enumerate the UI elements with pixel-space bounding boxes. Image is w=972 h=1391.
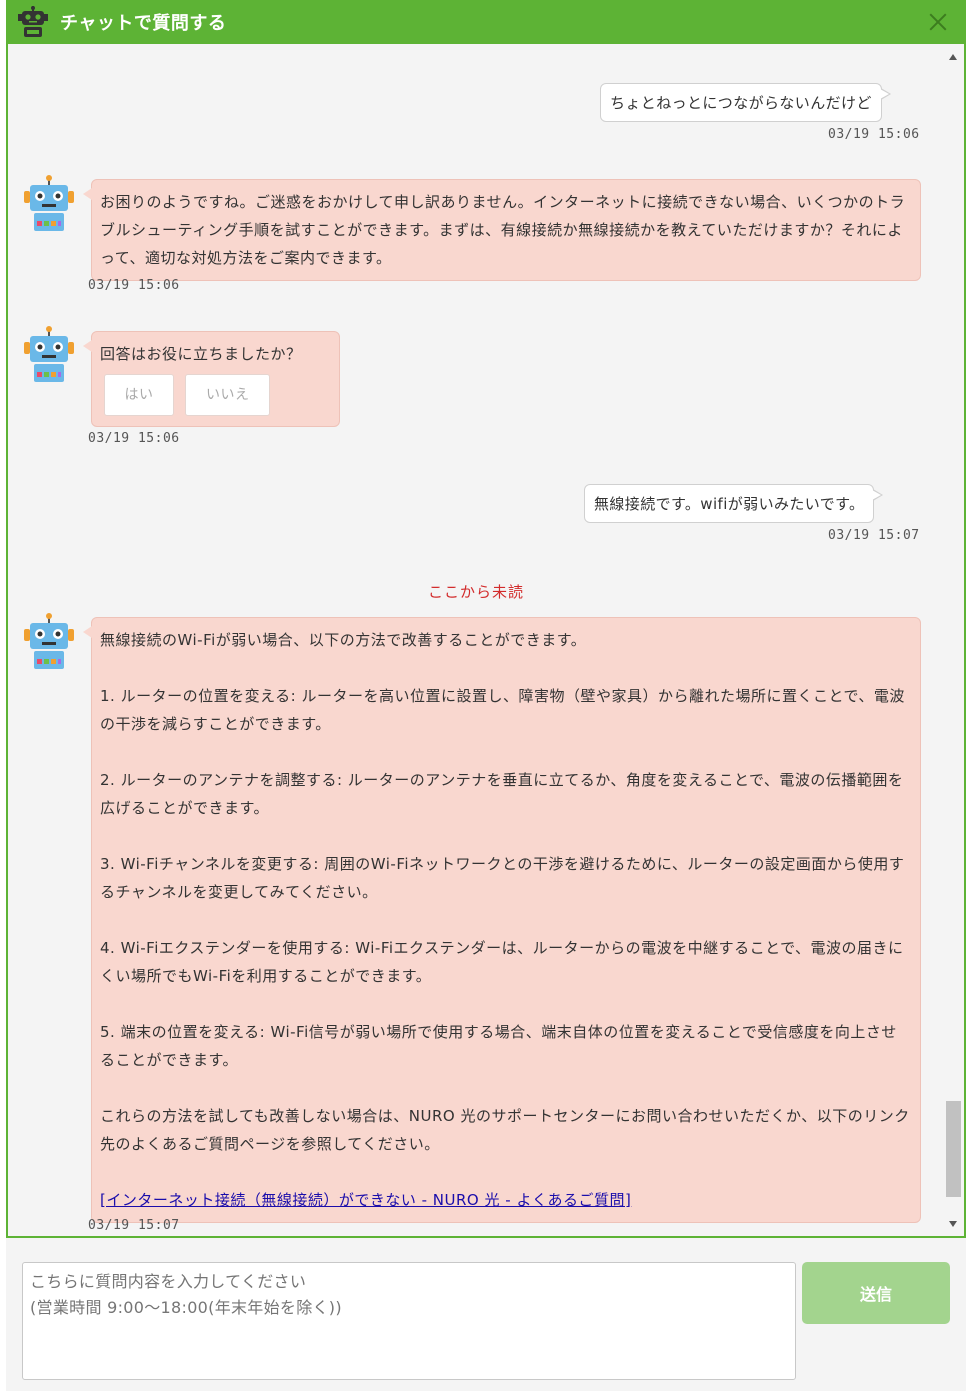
send-button[interactable]: 送信 bbox=[802, 1262, 950, 1324]
robot-logo-icon bbox=[18, 6, 48, 37]
message-text: お困りのようですね。ご迷惑をおかけして申し訳ありません。インターネットに接続でき… bbox=[100, 193, 906, 267]
bot-message: お困りのようですね。ご迷惑をおかけして申し訳ありません。インターネットに接続でき… bbox=[83, 179, 921, 281]
timestamp: 03/19 15:06 bbox=[828, 127, 920, 142]
close-icon[interactable] bbox=[924, 8, 952, 36]
timestamp: 03/19 15:06 bbox=[88, 278, 180, 293]
scroll-up-arrow-icon[interactable] bbox=[949, 54, 957, 60]
message-input[interactable] bbox=[22, 1262, 796, 1380]
message-paragraph: これらの方法を試しても改善しない場合は、NURO 光のサポートセンターにお問い合… bbox=[100, 1107, 910, 1153]
bot-avatar-icon bbox=[24, 326, 74, 382]
timestamp: 03/19 15:07 bbox=[88, 1218, 180, 1233]
message-text: 無線接続です。wifiが弱いみたいです。 bbox=[594, 495, 865, 513]
scrollbar[interactable] bbox=[944, 44, 964, 1236]
yes-button[interactable]: はい bbox=[104, 374, 174, 416]
no-button[interactable]: いいえ bbox=[185, 374, 271, 416]
timestamp: 03/19 15:07 bbox=[828, 528, 920, 543]
scroll-thumb[interactable] bbox=[946, 1101, 961, 1197]
message-paragraph: 3. Wi-Fiチャンネルを変更する: 周囲のWi-Fiネットワークとの干渉を避… bbox=[100, 855, 905, 901]
chat-title: チャットで質問する bbox=[60, 13, 227, 34]
faq-link[interactable]: [インターネット接続（無線接続）ができない - NURO 光 - よくあるご質問… bbox=[100, 1191, 631, 1209]
unread-divider: ここから未読 bbox=[427, 583, 524, 601]
bot-message: 無線接続のWi-Fiが弱い場合、以下の方法で改善することができます。 1. ルー… bbox=[83, 617, 921, 1223]
message-paragraph: 無線接続のWi-Fiが弱い場合、以下の方法で改善することができます。 bbox=[100, 631, 587, 649]
message-paragraph: 2. ルーターのアンテナを調整する: ルーターのアンテナを垂直に立てるか、角度を… bbox=[100, 771, 904, 817]
bot-avatar-icon bbox=[24, 613, 74, 669]
message-paragraph: 1. ルーターの位置を変える: ルーターを高い位置に設置し、障害物（壁や家具）か… bbox=[100, 687, 905, 733]
user-message: ちょとねっとにつながらないんだけど bbox=[600, 83, 891, 122]
message-text: 回答はお役に立ちましたか？ bbox=[100, 345, 302, 363]
message-text: ちょとねっとにつながらないんだけど bbox=[610, 94, 872, 112]
scroll-down-arrow-icon[interactable] bbox=[949, 1221, 957, 1227]
user-message: 無線接続です。wifiが弱いみたいです。 bbox=[584, 484, 884, 523]
timestamp: 03/19 15:06 bbox=[88, 431, 180, 446]
message-paragraph: 4. Wi-Fiエクステンダーを使用する: Wi-Fiエクステンダーは、ルーター… bbox=[100, 939, 904, 985]
bot-avatar-icon bbox=[24, 175, 74, 231]
feedback-prompt: 回答はお役に立ちましたか？ はい いいえ bbox=[83, 331, 340, 427]
message-list[interactable]: ちょとねっとにつながらないんだけど 03/19 15:06 お困りのようですね。… bbox=[8, 44, 944, 1236]
message-paragraph: 5. 端末の位置を変える: Wi-Fi信号が弱い場所で使用する場合、端末自体の位… bbox=[100, 1023, 897, 1069]
chat-header: チャットで質問する bbox=[6, 0, 966, 44]
